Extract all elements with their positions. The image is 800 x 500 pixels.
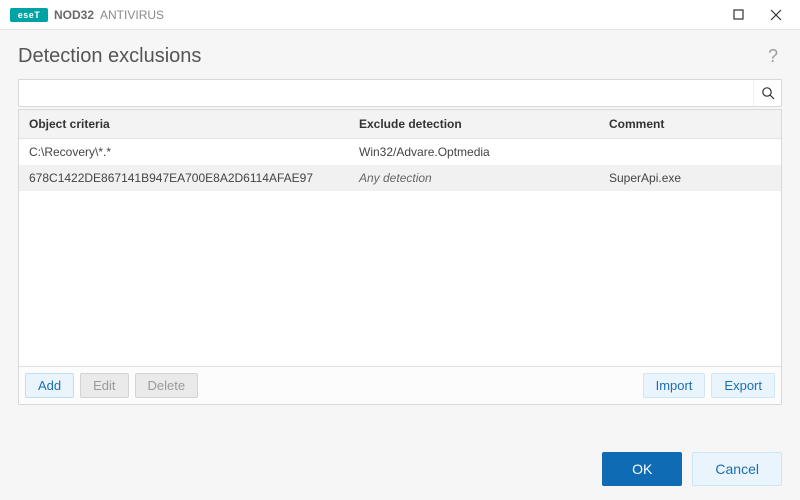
cell-object: 678C1422DE867141B947EA700E8A2D6114AFAE97 [19,165,349,191]
search-icon [761,86,775,100]
export-button[interactable]: Export [711,373,775,398]
col-header-object[interactable]: Object criteria [19,110,349,138]
add-button[interactable]: Add [25,373,74,398]
subheader: Detection exclusions ? [0,30,800,79]
import-button[interactable]: Import [643,373,706,398]
maximize-button[interactable] [720,2,756,28]
brand: eseT NOD32 ANTIVIRUS [10,8,164,22]
col-header-detection[interactable]: Exclude detection [349,110,599,138]
cancel-button[interactable]: Cancel [692,452,782,486]
exclusions-panel: Object criteria Exclude detection Commen… [18,109,782,405]
brand-name: NOD32 [54,8,94,22]
search-bar [18,79,782,107]
col-header-comment[interactable]: Comment [599,110,781,138]
ok-button[interactable]: OK [602,452,682,486]
cell-detection: Any detection [349,165,599,191]
cell-comment [599,139,781,165]
table-body: C:\Recovery\*.*Win32/Advare.Optmedia678C… [19,139,781,366]
edit-button[interactable]: Edit [80,373,128,398]
cell-detection: Win32/Advare.Optmedia [349,139,599,165]
table-header-row: Object criteria Exclude detection Commen… [19,110,781,139]
search-input[interactable] [19,86,753,101]
content: Object criteria Exclude detection Commen… [18,79,782,405]
titlebar: eseT NOD32 ANTIVIRUS [0,0,800,30]
panel-actions: Add Edit Delete Import Export [19,366,781,404]
close-button[interactable] [758,2,794,28]
page-title: Detection exclusions [18,45,201,68]
footer-actions: OK Cancel [602,452,782,486]
maximize-icon [733,9,744,20]
search-icon-box[interactable] [753,80,781,106]
cell-object: C:\Recovery\*.* [19,139,349,165]
delete-button[interactable]: Delete [135,373,199,398]
help-button[interactable]: ? [764,44,782,69]
table-row[interactable]: C:\Recovery\*.*Win32/Advare.Optmedia [19,139,781,165]
brand-suffix: ANTIVIRUS [100,8,164,22]
close-icon [770,9,782,21]
cell-comment: SuperApi.exe [599,165,781,191]
brand-logo: eseT [10,8,48,22]
table-row[interactable]: 678C1422DE867141B947EA700E8A2D6114AFAE97… [19,165,781,191]
window-controls [720,2,794,28]
